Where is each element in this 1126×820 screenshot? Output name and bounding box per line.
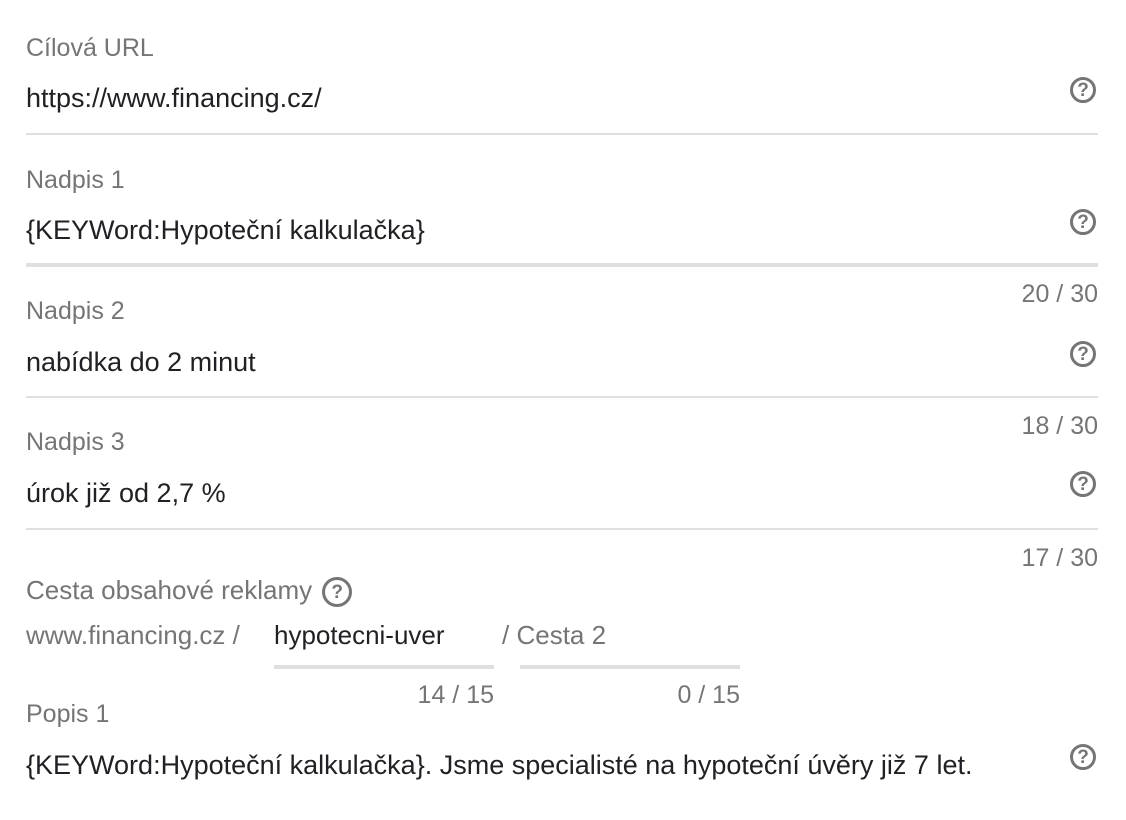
path-1-underline [274, 665, 494, 669]
help-circle-icon[interactable]: ? [1070, 341, 1096, 367]
display-path-row: www.financing.cz / hypotecni-uver / Cest… [26, 620, 826, 669]
description-1-input[interactable]: {KEYWord:Hypoteční kalkulačka}. Jsme spe… [26, 752, 972, 779]
headline-3-field[interactable]: Nadpis 3 úrok již od 2,7 % ? 17 / 30 [26, 400, 1098, 572]
path-2-underline [520, 665, 740, 669]
display-path-label-row: Cesta obsahové reklamy? [26, 575, 353, 608]
headline-3-label: Nadpis 3 [26, 428, 125, 456]
headline-2-input[interactable]: nabídka do 2 minut [26, 349, 256, 376]
help-circle-icon[interactable]: ? [1070, 471, 1096, 497]
path-2-separator: / Cesta 2 [502, 620, 607, 650]
target-url-label: Cílová URL [26, 34, 154, 62]
display-url-base: www.financing.cz / [26, 620, 240, 650]
headline-3-underline [26, 528, 1098, 530]
headline-3-counter: 17 / 30 [1021, 544, 1098, 572]
target-url-input[interactable]: https://www.financing.cz/ [26, 85, 322, 112]
headline-1-input[interactable]: {KEYWord:Hypoteční kalkulačka} [26, 217, 425, 244]
help-circle-icon[interactable]: ? [322, 577, 353, 608]
help-circle-icon[interactable]: ? [1070, 77, 1096, 103]
headline-2-label: Nadpis 2 [26, 297, 125, 325]
help-circle-icon[interactable]: ? [1070, 209, 1096, 235]
display-path-label: Cesta obsahové reklamy [26, 575, 313, 605]
description-1-label: Popis 1 [26, 700, 110, 728]
path-1-input[interactable]: hypotecni-uver [274, 620, 445, 651]
target-url-field[interactable]: Cílová URL https://www.financing.cz/ ? [26, 0, 1098, 136]
headline-2-underline [26, 396, 1098, 398]
path-2-input[interactable]: Cesta 2 [516, 620, 606, 650]
target-url-underline [26, 133, 1098, 135]
description-1-field[interactable]: Popis 1 {KEYWord:Hypoteční kalkulačka}. … [26, 690, 1098, 800]
headline-3-input[interactable]: úrok již od 2,7 % [26, 480, 226, 507]
headline-1-underline [26, 263, 1098, 267]
headline-1-label: Nadpis 1 [26, 166, 125, 194]
help-circle-icon[interactable]: ? [1070, 744, 1096, 770]
